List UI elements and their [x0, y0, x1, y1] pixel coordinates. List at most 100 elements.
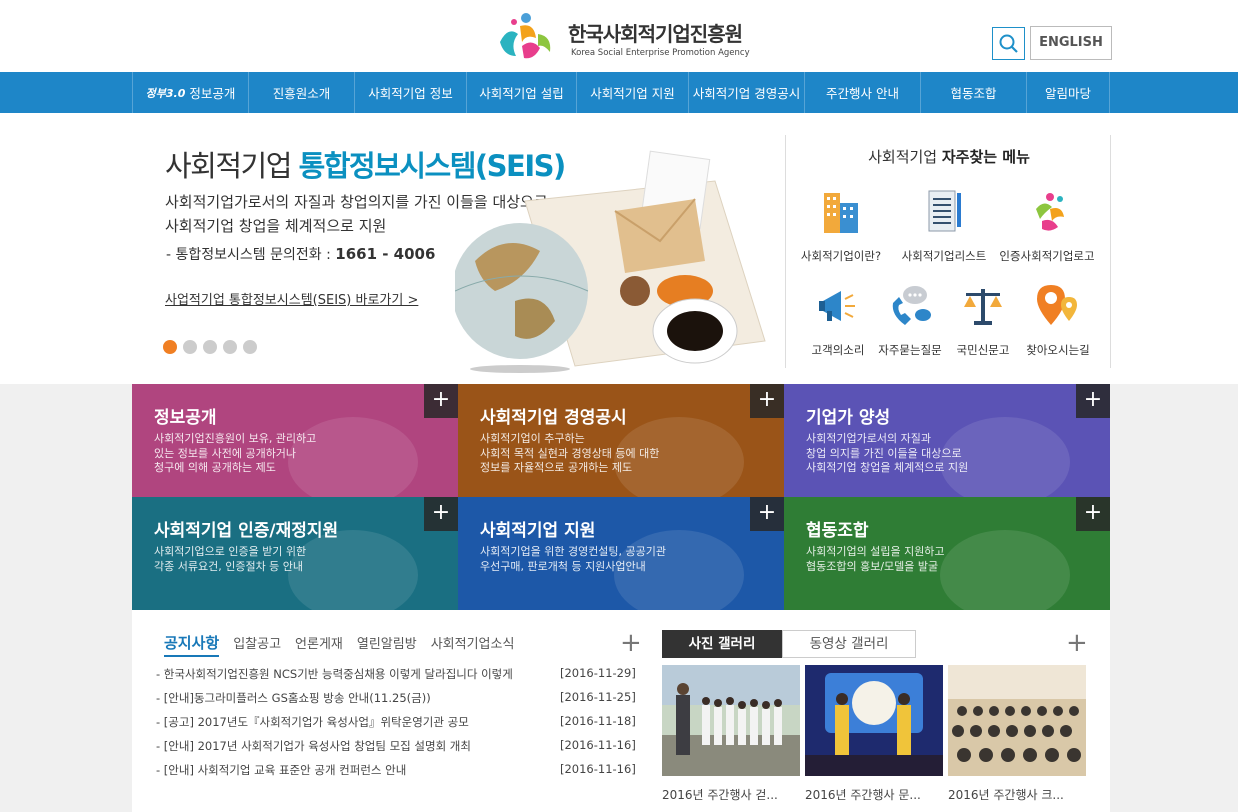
gallery-tabs: 사진 갤러리 동영상 갤러리 [662, 630, 916, 658]
tile-text-line: 창업 의지를 가진 이들을 대상으로 [806, 446, 962, 460]
gallery-caption[interactable]: 2016년 주간행사 문... [805, 786, 943, 803]
nav-item-se-support[interactable]: 사회적기업 지원 [576, 72, 688, 113]
nav-item-cooperatives[interactable]: 협동조합 [920, 72, 1026, 113]
tab-notices[interactable]: 공지사항 [164, 632, 220, 657]
hero-phone: - 통합정보시스템 문의전화 : 1661 - 4006 [166, 244, 435, 264]
gallery-caption[interactable]: 2016년 주간행사 크... [948, 786, 1086, 803]
slide-dot-3[interactable] [203, 340, 217, 354]
news-date: [2016-11-18] [560, 714, 636, 728]
tile-certification-funding[interactable]: 사회적기업 인증/재정지원 사회적기업으로 인증을 받기 위한 각종 서류요건, … [132, 497, 458, 610]
gallery-photo[interactable] [662, 665, 800, 776]
news-title[interactable]: - [공고] 2017년도『사회적기업가 육성사업』위탁운영기관 공모 [156, 714, 554, 738]
megaphone-icon [819, 291, 855, 321]
tile-info-disclosure[interactable]: 정보공개 사회적기업진흥원이 보유, 관리하고 있는 정보를 사전에 공개하거나 청… [132, 384, 458, 497]
logo-korean-text: 한국사회적기업진흥원 [568, 22, 743, 46]
tile-title: 정보공개 [154, 408, 217, 428]
tile-title: 사회적기업 지원 [480, 521, 596, 541]
main-nav: 정부3.0 정보공개 진흥원소개 사회적기업 정보 사회적기업 설립 사회적기업… [0, 72, 1238, 113]
tile-se-support[interactable]: 사회적기업 지원 사회적기업을 위한 경영컨설팅, 공공기관 우선구매, 판로개척… [458, 497, 784, 610]
tile-title: 기업가 양성 [806, 408, 891, 428]
tile-title: 협동조합 [806, 521, 869, 541]
nav-item-about[interactable]: 진흥원소개 [248, 72, 354, 113]
tile-cooperatives[interactable]: 협동조합 사회적기업의 설립을 지원하고 협동조합의 홍보/모델을 발굴 + [784, 497, 1110, 610]
tile-text-line: 사회적 목적 실현과 경영상태 등에 대한 [480, 446, 660, 460]
quick-item-certified-logo[interactable]: 인증사회적기업로고 [995, 187, 1099, 264]
list-item[interactable]: - [공고] 2017년도『사회적기업가 육성사업』위탁운영기관 공모 [2016… [156, 714, 636, 738]
search-button[interactable] [992, 27, 1025, 60]
tile-text: 사회적기업진흥원이 보유, 관리하고 있는 정보를 사전에 공개하거나 청구에 의해… [154, 432, 316, 476]
tile-more-button[interactable]: + [1076, 497, 1110, 531]
site-logo[interactable]: 한국사회적기업진흥원 Korea Social Enterprise Promo… [496, 12, 756, 62]
nav-item-se-founding[interactable]: 사회적기업 설립 [466, 72, 576, 113]
bottom-section: 공지사항 입찰공고 언론게재 열린알림방 사회적기업소식 + - 한국사회적기업… [132, 610, 1110, 812]
hero-phone-label: - 통합정보시스템 문의전화 : [166, 247, 331, 263]
list-item[interactable]: - [안내] 2017년 사회적기업가 육성사업 창업팀 모집 설명회 개최 [2… [156, 738, 636, 762]
tab-video-gallery[interactable]: 동영상 갤러리 [782, 630, 916, 658]
tile-text-line: 각종 서류요건, 인증절차 등 안내 [154, 559, 304, 573]
slide-dot-5[interactable] [243, 340, 257, 354]
gallery-item[interactable]: 2016년 주간행사 문... [805, 665, 943, 803]
tile-text: 사회적기업으로 인증을 받기 위한 각종 서류요건, 인증절차 등 안내 [154, 545, 306, 574]
tile-text: 사회적기업을 위한 경영컨설팅, 공공기관 우선구매, 판로개척 등 지원사업안내 [480, 545, 666, 574]
slide-dot-1[interactable] [163, 340, 177, 354]
news-title[interactable]: - [안내] 2017년 사회적기업가 육성사업 창업팀 모집 설명회 개최 [156, 738, 554, 762]
tab-bids[interactable]: 입찰공고 [233, 633, 281, 652]
news-more-button[interactable]: + [620, 630, 642, 656]
buildings-icon [824, 193, 858, 233]
news-title[interactable]: - [안내] 사회적기업 교육 표준안 공개 컨퍼런스 안내 [156, 762, 554, 786]
tile-more-button[interactable]: + [1076, 384, 1110, 418]
news-title[interactable]: - 한국사회적기업진흥원 NCS기반 능력중심채용 이렇게 달라집니다 이렇게 [156, 666, 554, 690]
tile-more-button[interactable]: + [750, 384, 784, 418]
quick-item-label: 찾아오시는길 [1026, 343, 1090, 357]
tab-photo-gallery[interactable]: 사진 갤러리 [662, 630, 782, 658]
hero-description-line2: 사회적기업 창업을 체계적으로 지원 [165, 217, 387, 235]
quick-item-directions[interactable]: 찾아오시는길 [1006, 281, 1110, 358]
gallery-photo[interactable] [948, 665, 1086, 776]
quick-item-label: 인증사회적기업로고 [999, 249, 1095, 263]
tile-text-line: 사회적기업 창업을 체계적으로 지원 [806, 461, 969, 474]
tab-press[interactable]: 언론게재 [295, 633, 343, 652]
nav-item-info-disclosure[interactable]: 정부3.0 정보공개 [132, 72, 248, 113]
gallery-caption[interactable]: 2016년 주간행사 걷... [662, 786, 800, 803]
tab-open-board[interactable]: 열린알림방 [357, 633, 417, 652]
tile-text-line: 협동조합의 홍보/모델을 발굴 [806, 559, 939, 573]
list-item[interactable]: - 한국사회적기업진흥원 NCS기반 능력중심채용 이렇게 달라집니다 이렇게 [… [156, 666, 636, 690]
gallery-more-button[interactable]: + [1066, 630, 1088, 656]
tile-decoration [940, 530, 1070, 610]
gallery-item[interactable]: 2016년 주간행사 걷... [662, 665, 800, 803]
gallery-item[interactable]: 2016년 주간행사 크... [948, 665, 1086, 803]
tile-text: 사회적기업이 추구하는 사회적 목적 실현과 경영상태 등에 대한 정보를 자율적으… [480, 432, 659, 476]
gallery-photo[interactable] [805, 665, 943, 776]
nav-item-notices[interactable]: 알림마당 [1026, 72, 1110, 113]
slide-dot-4[interactable] [223, 340, 237, 354]
quick-menu-panel: 사회적기업 자주찾는 메뉴 사회적기업이란? 사회적기업리스트 인증사회적기업로… [785, 135, 1111, 368]
nav-item-weekly-events[interactable]: 주간행사 안내 [804, 72, 920, 113]
tile-entrepreneur-training[interactable]: 기업가 양성 사회적기업가로서의 자질과 창업 의지를 가진 이들을 대상으로 사회… [784, 384, 1110, 497]
tile-title: 사회적기업 경영공시 [480, 408, 627, 428]
tile-more-button[interactable]: + [750, 497, 784, 531]
tile-text-line: 사회적기업을 위한 경영컨설팅, 공공기관 [480, 545, 667, 558]
quick-item-label: 사회적기업리스트 [901, 249, 987, 263]
quick-item-what-is-se[interactable]: 사회적기업이란? [789, 187, 893, 264]
tile-more-button[interactable]: + [424, 497, 458, 531]
slide-indicators [163, 340, 257, 354]
nav-item-se-disclosure[interactable]: 사회적기업 경영공시 [688, 72, 804, 113]
news-date: [2016-11-16] [560, 738, 636, 752]
logo-mark-icon [500, 13, 551, 59]
news-title[interactable]: - [안내]동그라미플러스 GS홈쇼핑 방송 안내(11.25(금)) [156, 690, 554, 714]
hero-phone-number: 1661 - 4006 [335, 245, 436, 263]
tile-text-line: 사회적기업이 추구하는 [480, 432, 585, 445]
english-button[interactable]: ENGLISH [1030, 26, 1112, 60]
list-item[interactable]: - [안내] 사회적기업 교육 표준안 공개 컨퍼런스 안내 [2016-11-1… [156, 762, 636, 786]
map-pin-icon [1037, 285, 1077, 325]
quick-item-se-list[interactable]: 사회적기업리스트 [892, 187, 996, 264]
phone-chat-icon [892, 286, 931, 325]
tile-se-disclosure[interactable]: 사회적기업 경영공시 사회적기업이 추구하는 사회적 목적 실현과 경영상태 등에… [458, 384, 784, 497]
slide-dot-2[interactable] [183, 340, 197, 354]
nav-item-se-info[interactable]: 사회적기업 정보 [354, 72, 466, 113]
tile-more-button[interactable]: + [424, 384, 458, 418]
hero-seis-link[interactable]: 사업적기업 통합정보시스템(SEIS) 바로가기 > [165, 289, 418, 308]
scales-icon [964, 289, 1002, 325]
tab-se-news[interactable]: 사회적기업소식 [431, 633, 515, 652]
list-item[interactable]: - [안내]동그라미플러스 GS홈쇼핑 방송 안내(11.25(금)) [2016… [156, 690, 636, 714]
